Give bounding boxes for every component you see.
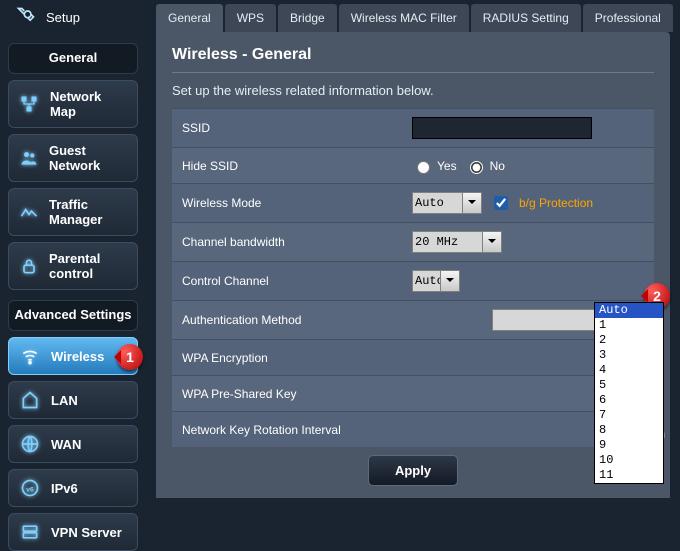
dropdown-option[interactable]: 10 (595, 453, 663, 468)
row-key-rotation: Network Key Rotation Interval (172, 411, 654, 447)
sidebar-item-label: Traffic Manager (49, 197, 127, 227)
setup-label: Setup (46, 10, 80, 25)
tab-bridge[interactable]: Bridge (278, 4, 337, 32)
dropdown-option[interactable]: 1 (595, 318, 663, 333)
sidebar-item-wan[interactable]: WAN (8, 425, 138, 463)
wrench-icon (16, 6, 36, 29)
vpn-server-icon (19, 522, 41, 542)
sidebar-section-advanced: Advanced Settings (8, 300, 138, 331)
main-content: General WPS Bridge Wireless MAC Filter R… (146, 0, 680, 501)
guest-network-icon (19, 148, 39, 168)
row-control-channel: Control Channel Auto (172, 261, 654, 300)
sidebar-item-network-map[interactable]: Network Map (8, 80, 138, 128)
apply-button[interactable]: Apply (368, 455, 458, 486)
sidebar-item-guest-network[interactable]: Guest Network (8, 134, 138, 182)
traffic-manager-icon (19, 202, 39, 222)
bandwidth-label: Channel bandwidth (182, 235, 412, 249)
sidebar-item-label: Network Map (50, 89, 127, 119)
row-wpa-encryption: WPA Encryption (172, 339, 654, 375)
ssid-input[interactable] (412, 117, 592, 139)
row-channel-bandwidth: Channel bandwidth 20 MHz (172, 222, 654, 261)
tab-mac-filter[interactable]: Wireless MAC Filter (339, 4, 469, 32)
control-channel-select[interactable]: Auto (412, 270, 460, 292)
panel-title: Wireless - General (172, 46, 654, 72)
lan-icon (19, 390, 41, 410)
sidebar-section-general: General (8, 43, 138, 74)
row-auth-method: Authentication Method (172, 300, 654, 339)
panel-description: Set up the wireless related information … (172, 72, 654, 108)
network-map-icon (19, 94, 40, 114)
hide-ssid-no[interactable]: No (465, 158, 505, 174)
svg-text:v6: v6 (26, 486, 34, 493)
apply-row: Apply (172, 447, 654, 488)
sidebar-item-label: IPv6 (51, 481, 78, 496)
sidebar-item-parental-control[interactable]: Parental control (8, 242, 138, 290)
dropdown-option[interactable]: 5 (595, 378, 663, 393)
control-channel-dropdown[interactable]: Auto 1 2 3 4 5 6 7 8 9 10 11 (594, 302, 664, 484)
dropdown-option[interactable]: 11 (595, 468, 663, 483)
dropdown-option[interactable]: Auto (595, 303, 663, 318)
ipv6-icon: v6 (19, 478, 41, 498)
sidebar-item-label: LAN (51, 393, 78, 408)
sidebar-item-wireless[interactable]: Wireless 1 (8, 337, 138, 375)
tab-radius[interactable]: RADIUS Setting (471, 4, 581, 32)
tab-general[interactable]: General (156, 4, 223, 32)
wpa-encryption-label: WPA Encryption (182, 351, 412, 365)
tab-wps[interactable]: WPS (225, 4, 276, 32)
sidebar-item-label: Wireless (51, 349, 104, 364)
sidebar-item-label: Parental control (49, 251, 127, 281)
tabbar: General WPS Bridge Wireless MAC Filter R… (146, 4, 680, 32)
bg-protection-checkbox[interactable] (494, 196, 508, 210)
wireless-mode-label: Wireless Mode (182, 196, 412, 210)
dropdown-option[interactable]: 4 (595, 363, 663, 378)
dropdown-option[interactable]: 8 (595, 423, 663, 438)
sidebar-item-lan[interactable]: LAN (8, 381, 138, 419)
auth-method-label: Authentication Method (182, 313, 412, 327)
ssid-label: SSID (182, 121, 412, 135)
sidebar-item-traffic-manager[interactable]: Traffic Manager (8, 188, 138, 236)
bandwidth-select[interactable]: 20 MHz (412, 231, 502, 253)
row-wireless-mode: Wireless Mode Auto b/g Protection (172, 183, 654, 222)
wireless-icon (19, 346, 41, 366)
dropdown-option[interactable]: 9 (595, 438, 663, 453)
sidebar-item-label: WAN (51, 437, 81, 452)
control-channel-label: Control Channel (182, 274, 412, 288)
key-rotation-label: Network Key Rotation Interval (182, 423, 412, 437)
dropdown-option[interactable]: 3 (595, 348, 663, 363)
row-ssid: SSID (172, 108, 654, 147)
hide-ssid-label: Hide SSID (182, 159, 412, 173)
sidebar-item-ipv6[interactable]: v6 IPv6 (8, 469, 138, 507)
sidebar-item-vpn-server[interactable]: VPN Server (8, 513, 138, 551)
row-hide-ssid: Hide SSID Yes No (172, 147, 654, 183)
settings-panel: Wireless - General Set up the wireless r… (156, 32, 670, 498)
row-wpa-psk: WPA Pre-Shared Key (172, 375, 654, 411)
sidebar: Setup General Network Map Guest Network … (0, 0, 146, 501)
wireless-mode-select[interactable]: Auto (412, 192, 482, 214)
dropdown-option[interactable]: 2 (595, 333, 663, 348)
parental-control-icon (19, 256, 39, 276)
wan-icon (19, 434, 41, 454)
dropdown-option[interactable]: 7 (595, 408, 663, 423)
sidebar-item-label: VPN Server (51, 525, 122, 540)
tab-professional[interactable]: Professional (583, 4, 673, 32)
hide-ssid-yes[interactable]: Yes (412, 158, 457, 174)
bg-protection-label: b/g Protection (519, 196, 593, 210)
annotation-badge-1: 1 (117, 344, 143, 370)
wpa-psk-label: WPA Pre-Shared Key (182, 387, 412, 401)
sidebar-item-label: Guest Network (49, 143, 127, 173)
sidebar-item-setup[interactable]: Setup (8, 4, 138, 35)
dropdown-option[interactable]: 6 (595, 393, 663, 408)
